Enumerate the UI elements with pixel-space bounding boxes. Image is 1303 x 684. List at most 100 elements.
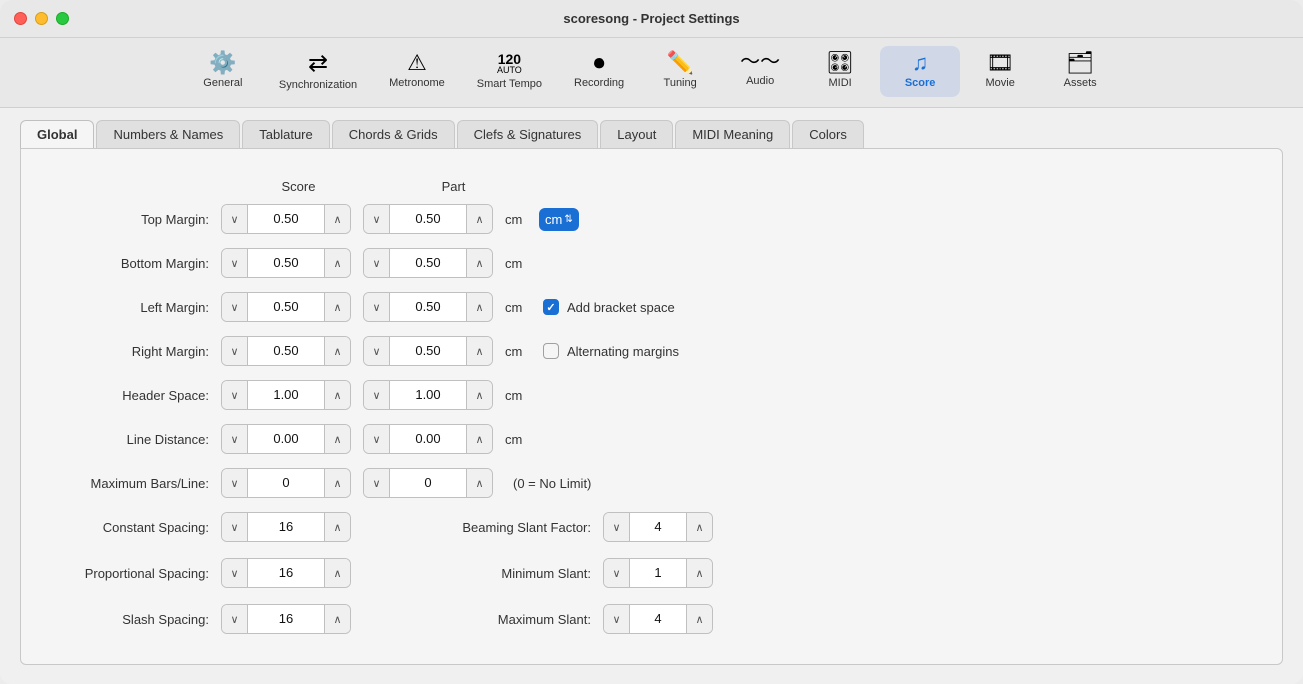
top-margin-score-down[interactable]: ∨ — [222, 205, 248, 233]
unit-select-text: cm — [545, 212, 562, 227]
max-bars-score-up[interactable]: ∧ — [324, 469, 350, 497]
right-margin-part-up[interactable]: ∧ — [466, 337, 492, 365]
toolbar-label-tuning: Tuning — [664, 77, 697, 89]
constant-spacing-stepper[interactable]: ∨ 16 ∧ — [221, 512, 351, 542]
max-bars-score-down[interactable]: ∨ — [222, 469, 248, 497]
bottom-margin-score-down[interactable]: ∨ — [222, 249, 248, 277]
line-distance-score-up[interactable]: ∧ — [324, 425, 350, 453]
max-bars-part-up[interactable]: ∧ — [466, 469, 492, 497]
top-margin-label: Top Margin: — [61, 212, 221, 227]
toolbar-item-synchronization[interactable]: ⇄ Synchronization — [263, 46, 373, 97]
top-margin-score-up[interactable]: ∧ — [324, 205, 350, 233]
tab-midi-meaning[interactable]: MIDI Meaning — [675, 120, 790, 148]
left-margin-score-down[interactable]: ∨ — [222, 293, 248, 321]
proportional-spacing-stepper[interactable]: ∨ 16 ∧ — [221, 558, 351, 588]
max-bars-part-stepper[interactable]: ∨ 0 ∧ — [363, 468, 493, 498]
max-bars-part-val: 0 — [390, 469, 466, 497]
top-margin-part-up[interactable]: ∧ — [466, 205, 492, 233]
top-margin-score-stepper[interactable]: ∨ 0.50 ∧ — [221, 204, 351, 234]
toolbar-item-midi[interactable]: 🎛 MIDI — [800, 46, 880, 97]
toolbar-item-general[interactable]: ⚙️ General — [183, 46, 263, 97]
line-distance-part-up[interactable]: ∧ — [466, 425, 492, 453]
unit-selector[interactable]: cm ⇅ — [539, 208, 579, 231]
left-margin-score-up[interactable]: ∧ — [324, 293, 350, 321]
toolbar-item-recording[interactable]: ⏺ Recording — [558, 46, 640, 97]
left-margin-part-down[interactable]: ∨ — [364, 293, 390, 321]
right-margin-part-stepper[interactable]: ∨ 0.50 ∧ — [363, 336, 493, 366]
constant-spacing-up[interactable]: ∧ — [324, 513, 350, 541]
max-bars-part-down[interactable]: ∨ — [364, 469, 390, 497]
line-distance-score-down[interactable]: ∨ — [222, 425, 248, 453]
beaming-slant-down[interactable]: ∨ — [604, 513, 630, 541]
header-space-part-stepper[interactable]: ∨ 1.00 ∧ — [363, 380, 493, 410]
bottom-margin-score-up[interactable]: ∧ — [324, 249, 350, 277]
slash-spacing-stepper[interactable]: ∨ 16 ∧ — [221, 604, 351, 634]
toolbar-item-tuning[interactable]: ✏️ Tuning — [640, 46, 720, 97]
right-margin-unit: cm — [505, 344, 535, 359]
tab-panel-global: Score Part Top Margin: ∨ 0.50 ∧ ∨ 0.50 ∧… — [20, 148, 1283, 665]
header-space-score-down[interactable]: ∨ — [222, 381, 248, 409]
beaming-slant-label: Beaming Slant Factor: — [403, 520, 603, 535]
toolbar-item-assets[interactable]: 🗂 Assets — [1040, 46, 1120, 97]
slash-spacing-up[interactable]: ∧ — [324, 605, 350, 633]
header-space-score-up[interactable]: ∧ — [324, 381, 350, 409]
bottom-margin-part-down[interactable]: ∨ — [364, 249, 390, 277]
min-slant-up[interactable]: ∧ — [686, 559, 712, 587]
max-slant-val: 4 — [630, 605, 686, 633]
right-margin-part-val: 0.50 — [390, 337, 466, 365]
top-margin-part-down[interactable]: ∨ — [364, 205, 390, 233]
constant-spacing-down[interactable]: ∨ — [222, 513, 248, 541]
add-bracket-checkbox[interactable] — [543, 299, 559, 315]
beaming-slant-up[interactable]: ∧ — [686, 513, 712, 541]
minimize-button[interactable] — [35, 12, 48, 25]
maximize-button[interactable] — [56, 12, 69, 25]
toolbar-item-audio[interactable]: 〜〜 Audio — [720, 46, 800, 97]
bottom-margin-part-stepper[interactable]: ∨ 0.50 ∧ — [363, 248, 493, 278]
max-slant-up[interactable]: ∧ — [686, 605, 712, 633]
tab-layout[interactable]: Layout — [600, 120, 673, 148]
toolbar-item-smart-tempo[interactable]: 120AUTO Smart Tempo — [461, 46, 558, 97]
slash-spacing-val: 16 — [248, 605, 324, 633]
max-slant-label: Maximum Slant: — [403, 612, 603, 627]
bottom-margin-score-stepper[interactable]: ∨ 0.50 ∧ — [221, 248, 351, 278]
top-margin-part-stepper[interactable]: ∨ 0.50 ∧ — [363, 204, 493, 234]
smart-tempo-icon: 120AUTO — [497, 52, 522, 75]
left-margin-part-up[interactable]: ∧ — [466, 293, 492, 321]
tab-colors[interactable]: Colors — [792, 120, 864, 148]
left-margin-part-stepper[interactable]: ∨ 0.50 ∧ — [363, 292, 493, 322]
alternating-checkbox[interactable] — [543, 343, 559, 359]
right-margin-part-down[interactable]: ∨ — [364, 337, 390, 365]
line-distance-part-stepper[interactable]: ∨ 0.00 ∧ — [363, 424, 493, 454]
toolbar-item-movie[interactable]: 🎞 Movie — [960, 46, 1040, 97]
max-slant-stepper[interactable]: ∨ 4 ∧ — [603, 604, 713, 634]
tab-clefs-signatures[interactable]: Clefs & Signatures — [457, 120, 599, 148]
bottom-margin-part-up[interactable]: ∧ — [466, 249, 492, 277]
right-margin-score-up[interactable]: ∧ — [324, 337, 350, 365]
header-space-score-stepper[interactable]: ∨ 1.00 ∧ — [221, 380, 351, 410]
header-space-part-down[interactable]: ∨ — [364, 381, 390, 409]
left-margin-score-stepper[interactable]: ∨ 0.50 ∧ — [221, 292, 351, 322]
toolbar-item-score[interactable]: ♫ Score — [880, 46, 960, 97]
proportional-spacing-up[interactable]: ∧ — [324, 559, 350, 587]
tab-global[interactable]: Global — [20, 120, 94, 148]
proportional-spacing-down[interactable]: ∨ — [222, 559, 248, 587]
min-slant-down[interactable]: ∨ — [604, 559, 630, 587]
right-margin-score-stepper[interactable]: ∨ 0.50 ∧ — [221, 336, 351, 366]
slash-spacing-down[interactable]: ∨ — [222, 605, 248, 633]
tab-numbers-names[interactable]: Numbers & Names — [96, 120, 240, 148]
bottom-margin-part-val: 0.50 — [390, 249, 466, 277]
tab-tablature[interactable]: Tablature — [242, 120, 329, 148]
tab-chords-grids[interactable]: Chords & Grids — [332, 120, 455, 148]
toolbar-label-midi: MIDI — [829, 77, 852, 89]
header-space-part-up[interactable]: ∧ — [466, 381, 492, 409]
max-bars-score-stepper[interactable]: ∨ 0 ∧ — [221, 468, 351, 498]
line-distance-part-down[interactable]: ∨ — [364, 425, 390, 453]
beaming-slant-stepper[interactable]: ∨ 4 ∧ — [603, 512, 713, 542]
min-slant-stepper[interactable]: ∨ 1 ∧ — [603, 558, 713, 588]
right-margin-score-down[interactable]: ∨ — [222, 337, 248, 365]
toolbar-item-metronome[interactable]: ⚠ Metronome — [373, 46, 461, 97]
line-distance-score-stepper[interactable]: ∨ 0.00 ∧ — [221, 424, 351, 454]
max-slant-down[interactable]: ∨ — [604, 605, 630, 633]
bottom-right: Beaming Slant Factor: ∨ 4 ∧ Minimum Slan… — [403, 512, 725, 634]
close-button[interactable] — [14, 12, 27, 25]
